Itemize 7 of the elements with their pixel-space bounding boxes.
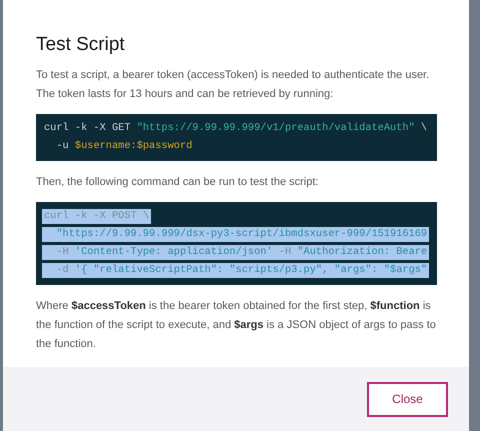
instruction-text: Then, the following command can be run to test the script:: [36, 175, 320, 190]
code-line: curl -k -X GET "https://9.99.99.999/v1/preauth/validateAuth" \: [43, 121, 428, 136]
explanation-text: Where $accessToken is the bearer token obtained for the first step, $function is the function of the script to execute, and $args is a JSON object of args to pass to the function.: [36, 299, 437, 352]
dialog-title: Test Script: [36, 34, 126, 56]
intro-text: To test a script, a bearer token (accessToken) is needed to authenticate the user. The token lasts for 13 hours and can be retrieved by running:: [36, 68, 430, 102]
close-button[interactable]: Close: [367, 382, 448, 416]
code-line: -u $username:$password: [55, 139, 194, 154]
